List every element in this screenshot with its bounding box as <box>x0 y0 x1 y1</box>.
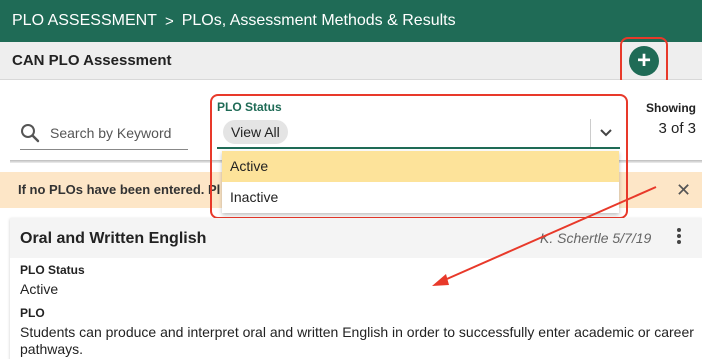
showing-label: Showing <box>646 101 696 115</box>
dropdown-highlight <box>210 94 628 219</box>
page-title: CAN PLO Assessment <box>0 42 702 80</box>
card-status-label: PLO Status <box>20 263 85 277</box>
plo-card-title: Oral and Written English <box>20 230 207 247</box>
search-icon <box>21 124 40 143</box>
plo-card-meta: K. Schertle 5/7/19 <box>540 230 652 246</box>
breadcrumb-current: PLOs, Assessment Methods & Results <box>181 12 456 29</box>
more-options-icon[interactable] <box>676 226 682 248</box>
search-input[interactable] <box>50 122 186 144</box>
search-field[interactable] <box>20 120 188 150</box>
showing-count: 3 of 3 <box>658 120 696 137</box>
breadcrumb-parent[interactable]: PLO ASSESSMENT <box>12 12 157 30</box>
close-icon[interactable]: ✕ <box>676 180 691 201</box>
card-plo-label: PLO <box>20 306 45 320</box>
breadcrumb-separator: > <box>164 12 174 30</box>
alert-text: If no PLOs have been entered. Pl <box>18 182 221 197</box>
page-title-text: CAN PLO Assessment <box>12 52 172 69</box>
card-status-value: Active <box>20 281 59 297</box>
breadcrumb: PLO ASSESSMENT > PLOs, Assessment Method… <box>0 0 702 42</box>
card-plo-text: Students can produce and interpret oral … <box>20 324 694 357</box>
